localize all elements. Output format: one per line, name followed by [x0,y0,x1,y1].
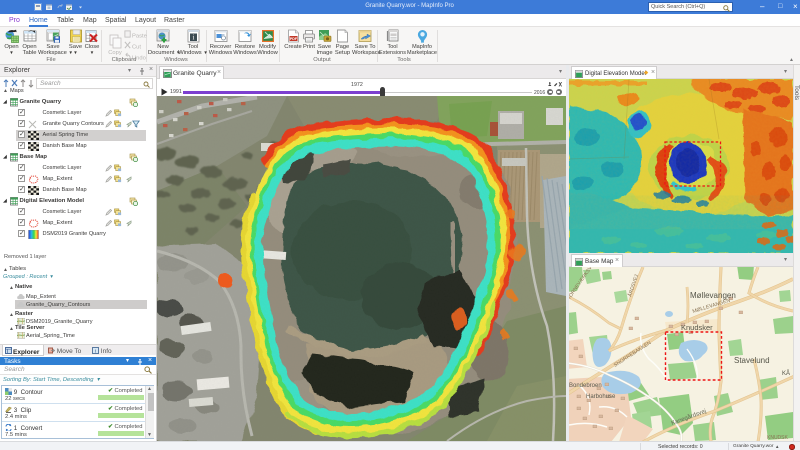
svg-text:Bondebroen: Bondebroen [569,383,602,389]
svg-text:Stavelund: Stavelund [734,356,770,365]
svg-text:KÅ: KÅ [782,370,790,377]
svg-text:PDF: PDF [289,37,297,41]
svg-text:Knudsker: Knudsker [681,323,713,332]
svg-text:i: i [192,34,194,42]
svg-text:Harbohuse: Harbohuse [586,394,616,400]
